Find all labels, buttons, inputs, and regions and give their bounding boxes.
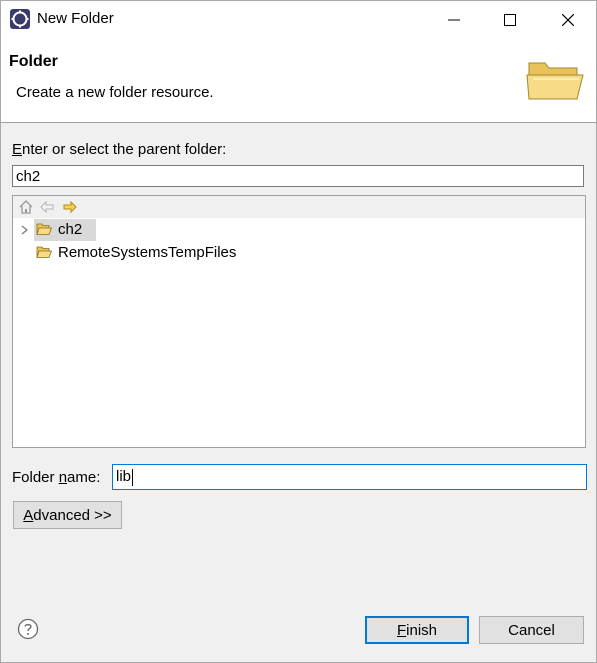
folder-name-label-before: Folder bbox=[12, 469, 59, 486]
tree-item-label: RemoteSystemsTempFiles bbox=[58, 244, 237, 261]
open-folder-wizard-icon bbox=[526, 62, 584, 100]
parent-folder-input[interactable]: ch2 bbox=[12, 165, 584, 187]
text-caret bbox=[132, 468, 134, 486]
maximize-button[interactable] bbox=[482, 1, 538, 39]
window-title: New Folder bbox=[37, 10, 114, 27]
help-icon[interactable] bbox=[17, 618, 39, 640]
minimize-button[interactable] bbox=[426, 1, 482, 39]
advanced-button[interactable]: Advanced >> bbox=[13, 501, 122, 529]
folder-name-mnemonic: n bbox=[58, 469, 68, 486]
eclipse-app-icon bbox=[10, 9, 30, 29]
chevron-right-icon[interactable] bbox=[19, 222, 31, 238]
tree-item-label: ch2 bbox=[58, 221, 83, 238]
maximize-icon bbox=[504, 14, 516, 26]
parent-folder-mnemonic: E bbox=[12, 141, 23, 158]
new-folder-dialog: New Folder Folder Create a new folder re… bbox=[0, 0, 597, 663]
open-folder-icon bbox=[36, 246, 52, 258]
minimize-icon bbox=[448, 19, 460, 21]
tree-item-remotesystemstempfiles[interactable]: RemoteSystemsTempFiles bbox=[13, 242, 585, 264]
cancel-button[interactable]: Cancel bbox=[479, 616, 584, 644]
back-arrow-icon[interactable] bbox=[39, 199, 55, 215]
tree-toolbar bbox=[13, 196, 585, 218]
folder-tree[interactable]: ch2 RemoteSystemsTempFiles bbox=[12, 195, 586, 448]
header-description: Create a new folder resource. bbox=[16, 84, 214, 101]
folder-name-label: Folder name: bbox=[12, 469, 100, 486]
header-title: Folder bbox=[9, 53, 58, 70]
dialog-header: Folder Create a new folder resource. bbox=[1, 39, 596, 123]
title-bar: New Folder bbox=[1, 1, 596, 39]
close-button[interactable] bbox=[540, 1, 596, 39]
advanced-label: dvanced >> bbox=[33, 506, 112, 524]
folder-name-input[interactable]: lib bbox=[112, 464, 587, 490]
parent-folder-label: Enter or select the parent folder: bbox=[12, 141, 226, 158]
forward-arrow-icon[interactable] bbox=[62, 199, 78, 215]
finish-label: inish bbox=[406, 621, 438, 639]
close-icon bbox=[562, 14, 574, 26]
finish-mnemonic: F bbox=[396, 621, 407, 639]
finish-button[interactable]: Finish bbox=[365, 616, 469, 644]
tree-item-ch2[interactable]: ch2 bbox=[13, 219, 585, 241]
home-icon[interactable] bbox=[18, 199, 34, 215]
folder-name-value: lib bbox=[116, 468, 132, 485]
open-folder-icon bbox=[36, 223, 52, 235]
advanced-mnemonic: A bbox=[23, 506, 34, 524]
folder-name-label-after: ame: bbox=[67, 469, 101, 486]
parent-folder-label-text: nter or select the parent folder: bbox=[22, 141, 227, 158]
